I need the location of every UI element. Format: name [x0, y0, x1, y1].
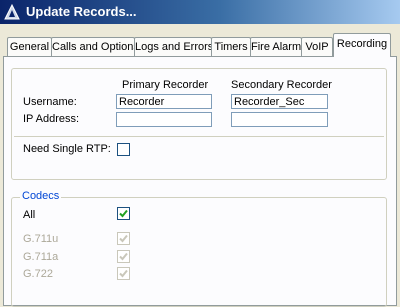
checkmark-icon — [119, 209, 128, 218]
codec-all-checkbox[interactable] — [117, 207, 130, 220]
codec-g711u-label: G.711u — [23, 233, 59, 245]
codec-g722-checkbox[interactable] — [117, 267, 130, 280]
secondary-ip-address-field[interactable] — [231, 112, 328, 127]
section-divider — [14, 136, 384, 137]
tab-calls-and-options[interactable]: Calls and Options — [51, 37, 139, 56]
tab-recording[interactable]: Recording — [333, 33, 391, 57]
need-single-rtp-checkbox[interactable] — [117, 143, 130, 156]
tab-strip: General Calls and Options Logs and Error… — [0, 24, 400, 58]
primary-ip-address-field[interactable] — [116, 112, 212, 127]
ip-address-label: IP Address: — [23, 113, 80, 125]
codecs-group — [11, 197, 387, 307]
checkmark-icon — [119, 234, 128, 243]
tab-general[interactable]: General — [7, 37, 52, 56]
codecs-legend: Codecs — [20, 190, 62, 202]
codec-g711u-checkbox[interactable] — [117, 232, 130, 245]
primary-username-field[interactable] — [116, 94, 212, 109]
title-bar: Update Records... — [0, 0, 400, 24]
codec-all-label: All — [23, 209, 36, 221]
codec-g711a-label: G.711a — [23, 251, 59, 263]
checkmark-icon — [119, 269, 128, 278]
need-single-rtp-label: Need Single RTP: — [23, 143, 111, 155]
primary-recorder-header: Primary Recorder — [122, 79, 209, 91]
secondary-recorder-header: Secondary Recorder — [231, 79, 332, 91]
app-icon — [4, 4, 20, 20]
tab-logs-and-errors[interactable]: Logs and Errors — [134, 37, 213, 56]
codec-g722-label: G.722 — [23, 268, 53, 280]
secondary-username-field[interactable] — [231, 94, 328, 109]
username-label: Username: — [23, 96, 77, 108]
window-title: Update Records... — [26, 4, 137, 19]
codec-g711a-checkbox[interactable] — [117, 250, 130, 263]
tab-timers[interactable]: Timers — [211, 37, 251, 56]
checkmark-icon — [119, 252, 128, 261]
tab-voip[interactable]: VoIP — [301, 37, 333, 56]
tab-fire-alarm[interactable]: Fire Alarm — [250, 37, 302, 56]
